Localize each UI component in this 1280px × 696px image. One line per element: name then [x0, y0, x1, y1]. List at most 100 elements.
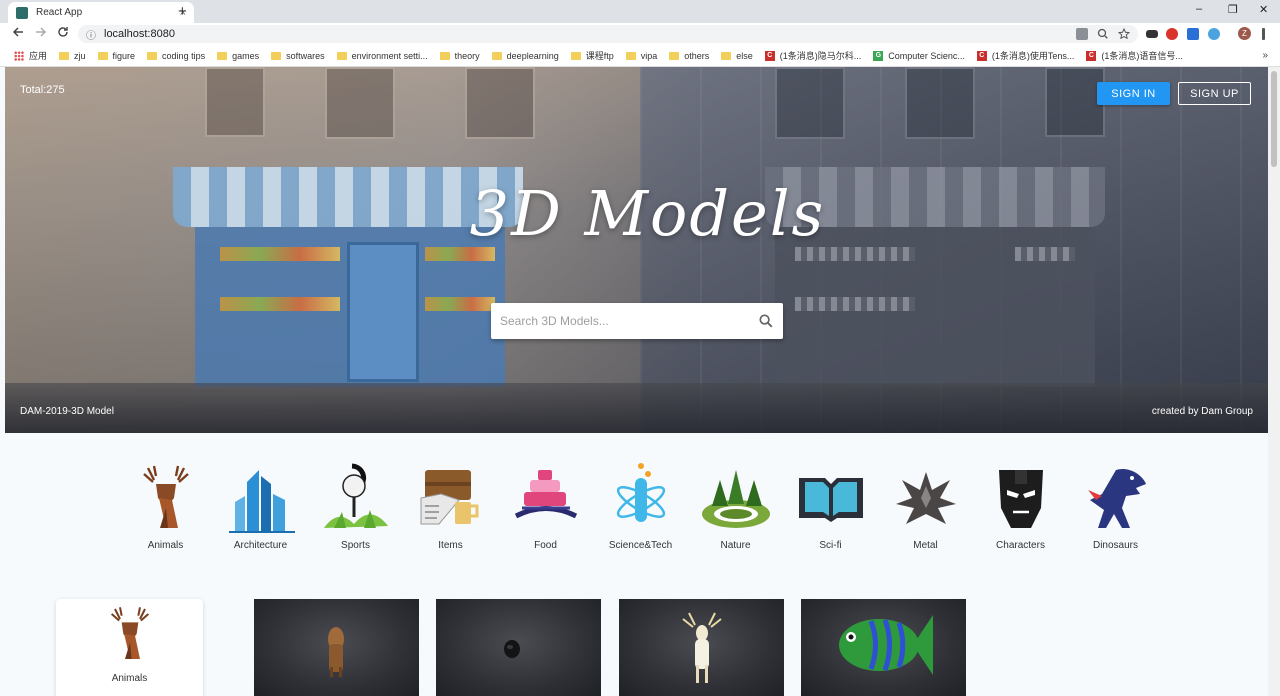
folder-icon: [491, 51, 502, 60]
bookmark-folder[interactable]: deeplearning: [491, 51, 559, 61]
category-food[interactable]: Food: [498, 462, 593, 557]
category-label: Food: [534, 540, 557, 551]
bookmark-link[interactable]: G Computer Scienc...: [873, 50, 965, 61]
tab-title: React App: [36, 7, 83, 18]
sign-in-button[interactable]: SIGN IN: [1097, 82, 1170, 105]
bookmark-folder[interactable]: zju: [59, 51, 86, 61]
folder-icon: [625, 51, 636, 60]
model-card[interactable]: [619, 599, 784, 696]
folder-icon: [271, 51, 282, 60]
bookmark-apps[interactable]: 应用: [14, 49, 47, 62]
bookmark-folder[interactable]: theory: [439, 51, 480, 61]
model-card[interactable]: [436, 599, 601, 696]
bookmark-folder[interactable]: others: [669, 51, 709, 61]
address-url: localhost:8080: [104, 28, 175, 40]
bookmark-star-icon[interactable]: [1118, 28, 1130, 40]
reload-icon[interactable]: [57, 26, 69, 38]
sign-up-button[interactable]: SIGN UP: [1178, 82, 1251, 105]
page-viewport: 3D Models Total:275 SIGN IN SIGN UP DAM-…: [0, 67, 1280, 696]
search-icon[interactable]: [749, 303, 783, 339]
category-label: Sports: [341, 540, 370, 551]
category-label: Nature: [720, 540, 751, 551]
category-items[interactable]: Items: [403, 462, 498, 557]
forest-icon: [698, 462, 774, 534]
translate-icon[interactable]: [1076, 28, 1088, 40]
bookmark-folder[interactable]: figure: [97, 51, 135, 61]
csdn-icon: C: [764, 50, 775, 61]
adblock-extension-icon[interactable]: [1166, 28, 1178, 40]
category-characters[interactable]: Characters: [973, 462, 1068, 557]
back-arrow-icon[interactable]: [12, 26, 24, 38]
close-window-button[interactable]: ✕: [1259, 3, 1268, 16]
glasses-extension-icon[interactable]: [1146, 30, 1158, 38]
selected-category-card[interactable]: Animals: [56, 599, 203, 696]
forward-arrow-icon[interactable]: [35, 26, 47, 38]
category-dinosaurs[interactable]: Dinosaurs: [1068, 462, 1163, 557]
bookmark-folder[interactable]: softwares: [271, 51, 325, 61]
folder-icon: [439, 51, 450, 60]
vue-extension-icon[interactable]: [1187, 28, 1199, 40]
folder-icon: [147, 51, 158, 60]
model-card[interactable]: [254, 599, 419, 696]
browser-tab[interactable]: React App ×: [8, 2, 194, 23]
book-icon: [793, 462, 869, 534]
bookmark-folder[interactable]: 课程ftp: [570, 49, 614, 62]
bookmark-folder[interactable]: else: [721, 51, 753, 61]
green-fish-thumbnail: [839, 615, 933, 675]
folder-icon: [570, 51, 581, 60]
folder-icon: [59, 51, 70, 60]
minimize-window-button[interactable]: –: [1196, 3, 1202, 15]
category-label: Metal: [913, 540, 938, 551]
category-list: Animals Architecture Sports Items Food S…: [118, 462, 1163, 557]
briefcase-newspaper-mug-icon: [413, 462, 489, 534]
search-input[interactable]: [491, 303, 749, 339]
hero-window: [1045, 67, 1105, 137]
category-animals[interactable]: Animals: [118, 462, 213, 557]
site-green-icon: G: [873, 50, 884, 61]
bookmark-link[interactable]: C (1条消息)使用Tens...: [976, 49, 1074, 62]
bookmark-link[interactable]: C (1条消息)隐马尔科...: [764, 49, 861, 62]
new-tab-button[interactable]: +: [178, 3, 187, 20]
menu-kebab-icon[interactable]: [1262, 28, 1265, 40]
category-label: Architecture: [233, 540, 288, 551]
snowflake-extension-icon[interactable]: [1208, 28, 1220, 40]
category-label: Dinosaurs: [1092, 540, 1139, 551]
bookmark-folder[interactable]: games: [217, 51, 259, 61]
golf-ball-icon: [318, 462, 394, 534]
page-scrollbar[interactable]: [1268, 67, 1280, 696]
model-card[interactable]: [801, 599, 966, 696]
category-science-tech[interactable]: Science&Tech: [593, 462, 688, 557]
profile-avatar[interactable]: Z: [1238, 27, 1251, 40]
restore-window-button[interactable]: ❐: [1228, 3, 1238, 16]
test-tube-atom-icon: [603, 462, 679, 534]
hero-banner: 3D Models Total:275 SIGN IN SIGN UP DAM-…: [5, 67, 1268, 433]
bookmark-folder[interactable]: environment setti...: [336, 51, 428, 61]
credit-label: created by Dam Group: [1151, 406, 1253, 417]
bookmark-folder[interactable]: coding tips: [147, 51, 205, 61]
bookmarks-overflow-button[interactable]: »: [1262, 50, 1268, 61]
hero-window: [465, 67, 535, 139]
hero-window: [905, 67, 975, 139]
hero-window: [325, 67, 395, 139]
folder-icon: [97, 51, 108, 60]
hero-window: [775, 67, 845, 139]
category-sports[interactable]: Sports: [308, 462, 403, 557]
category-label: Animals: [147, 540, 184, 551]
address-bar[interactable]: ⓘ localhost:8080: [78, 25, 1138, 43]
page-scrollbar-thumb[interactable]: [1271, 71, 1277, 167]
category-sci-fi[interactable]: Sci-fi: [783, 462, 878, 557]
category-metal[interactable]: Metal: [878, 462, 973, 557]
dinosaur-icon: [1078, 462, 1154, 534]
iron-man-mask-icon: [983, 462, 1059, 534]
csdn-icon: C: [976, 50, 987, 61]
deer-icon: [128, 462, 204, 534]
site-info-icon[interactable]: ⓘ: [86, 27, 96, 42]
category-architecture[interactable]: Architecture: [213, 462, 308, 557]
apps-grid-icon: [14, 50, 24, 61]
zoom-icon[interactable]: [1097, 28, 1109, 40]
bookmark-link[interactable]: C (1条消息)语音信号...: [1086, 49, 1183, 62]
bookmark-folder[interactable]: vipa: [625, 51, 657, 61]
category-label: Items: [438, 540, 463, 551]
category-nature[interactable]: Nature: [688, 462, 783, 557]
hero-title: 3D Models: [469, 177, 826, 250]
